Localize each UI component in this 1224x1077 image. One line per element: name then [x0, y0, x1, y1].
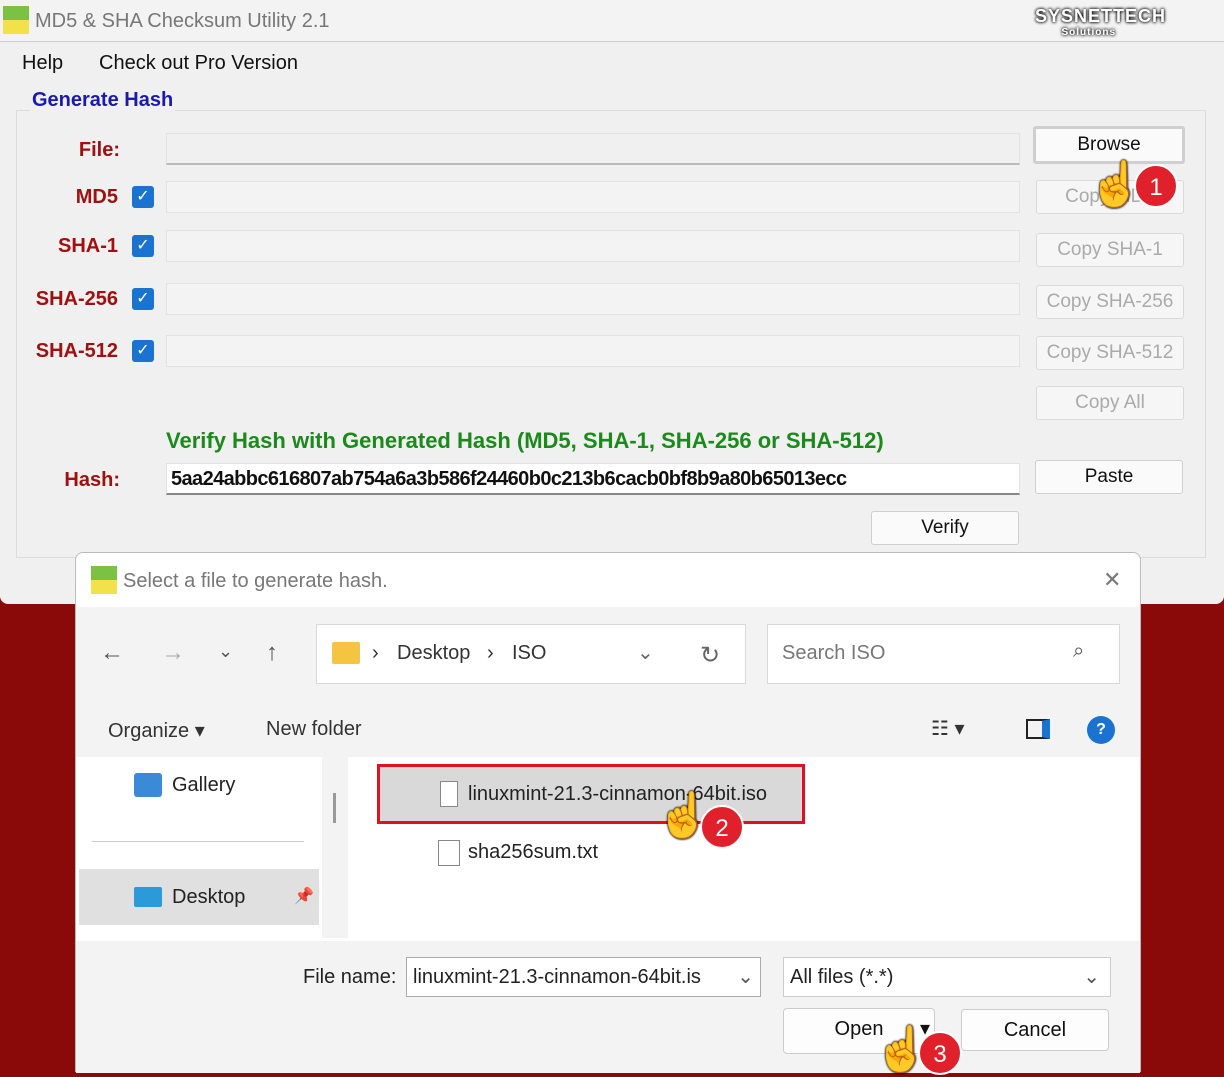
sha1-checkbox[interactable]: ✓ — [132, 235, 154, 257]
step-badge-2: 2 — [700, 805, 744, 849]
md5-label: MD5 — [75, 186, 118, 208]
file-name-value: linuxmint-21.3-cinnamon-64bit.is — [413, 966, 701, 988]
nav-desktop-label: Desktop — [172, 886, 246, 908]
window-title: MD5 & SHA Checksum Utility 2.1 — [35, 10, 330, 32]
file-name-input[interactable]: linuxmint-21.3-cinnamon-64bit.is ⌄ — [406, 957, 761, 997]
close-icon[interactable]: ✕ — [1103, 567, 1121, 593]
help-icon[interactable]: ? — [1087, 716, 1115, 744]
verify-title: Verify Hash with Generated Hash (MD5, SH… — [166, 428, 884, 453]
md5-output — [166, 181, 1020, 213]
sha1-output — [166, 230, 1020, 262]
open-file-dialog: Select a file to generate hash. ✕ ← → ⌄ … — [75, 552, 1141, 1075]
sha512-output — [166, 335, 1020, 367]
copy-sha256-button[interactable]: Copy SHA-256 — [1036, 285, 1184, 319]
view-options-icon[interactable]: ☷ ▾ — [931, 716, 965, 741]
dialog-app-icon — [91, 566, 117, 594]
divider — [92, 841, 304, 842]
sha256-output — [166, 283, 1020, 315]
step-badge-1: 1 — [1134, 164, 1178, 208]
new-folder-button[interactable]: New folder — [266, 718, 362, 741]
md5-checkbox[interactable]: ✓ — [132, 186, 154, 208]
watermark-logo: SYSNETTECH Solutions — [1035, 6, 1167, 38]
app-icon — [3, 6, 29, 34]
file-type-value: All files (*.*) — [790, 966, 894, 988]
scrollbar[interactable] — [333, 793, 336, 823]
step-badge-3: 3 — [918, 1031, 962, 1075]
copy-sha1-button[interactable]: Copy SHA-1 — [1036, 233, 1184, 267]
pin-icon: 📌 — [294, 888, 314, 905]
chevron-down-icon[interactable]: ⌄ — [737, 964, 754, 989]
file-name-iso: linuxmint-21.3-cinnamon-64bit.iso — [468, 783, 768, 805]
nav-gallery[interactable]: Gallery — [172, 774, 235, 797]
up-icon[interactable]: ↑ — [266, 639, 278, 667]
file-item-sha256sum[interactable]: sha256sum.txt — [468, 841, 598, 864]
chevron-right-icon: › — [372, 642, 379, 664]
preview-pane-icon[interactable] — [1026, 719, 1050, 739]
gallery-icon — [134, 773, 162, 797]
copy-sha512-button[interactable]: Copy SHA-512 — [1036, 336, 1184, 370]
organize-label: Organize — [108, 720, 190, 742]
search-placeholder: Search ISO — [782, 642, 886, 664]
breadcrumb-iso[interactable]: ISO — [512, 642, 546, 665]
cancel-button[interactable]: Cancel — [961, 1009, 1109, 1051]
dialog-title: Select a file to generate hash. — [123, 570, 388, 592]
hash-input[interactable]: 5aa24abbc616807ab754a6a3b586f24460b0c213… — [166, 463, 1020, 495]
menu-help[interactable]: Help — [22, 52, 63, 75]
sha512-checkbox[interactable]: ✓ — [132, 340, 154, 362]
sha1-label: SHA-1 — [57, 235, 118, 257]
chevron-right-icon: › — [487, 642, 494, 664]
sha256-checkbox[interactable]: ✓ — [132, 288, 154, 310]
search-input[interactable]: Search ISO ⌕ — [767, 624, 1120, 684]
iso-file-icon — [440, 781, 458, 807]
file-label: File: — [78, 139, 120, 161]
organize-menu[interactable]: Organize ▾ — [108, 718, 205, 743]
sha256-label: SHA-256 — [35, 288, 118, 310]
desktop-icon — [134, 887, 162, 907]
search-icon: ⌕ — [1073, 640, 1085, 662]
breadcrumb-desktop[interactable]: Desktop — [397, 642, 470, 665]
menu-pro-version[interactable]: Check out Pro Version — [99, 52, 298, 75]
back-icon[interactable]: ← — [100, 639, 124, 667]
file-name-label: File name: — [303, 966, 397, 988]
checksum-utility-window: MD5 & SHA Checksum Utility 2.1 SYSNETTEC… — [0, 0, 1224, 604]
title-bar: MD5 & SHA Checksum Utility 2.1 SYSNETTEC… — [0, 0, 1224, 42]
folder-icon — [332, 642, 360, 664]
recent-dropdown-icon[interactable]: ⌄ — [218, 641, 233, 662]
file-path-field[interactable] — [166, 133, 1020, 165]
group-title: Generate Hash — [30, 89, 176, 112]
copy-all-button[interactable]: Copy All — [1036, 386, 1184, 420]
file-type-select[interactable]: All files (*.*) ⌄ — [783, 957, 1111, 997]
address-bar[interactable]: › Desktop › ISO ⌄ ↻ — [316, 624, 746, 684]
text-file-icon — [438, 840, 460, 866]
chevron-down-icon: ⌄ — [1083, 966, 1100, 988]
forward-icon[interactable]: → — [161, 639, 185, 667]
hash-label: Hash: — [64, 469, 120, 491]
verify-button[interactable]: Verify — [871, 511, 1019, 545]
sha512-label: SHA-512 — [35, 340, 118, 362]
chevron-down-icon[interactable]: ⌄ — [637, 640, 654, 665]
paste-button[interactable]: Paste — [1035, 460, 1183, 494]
refresh-icon[interactable]: ↻ — [700, 641, 720, 670]
